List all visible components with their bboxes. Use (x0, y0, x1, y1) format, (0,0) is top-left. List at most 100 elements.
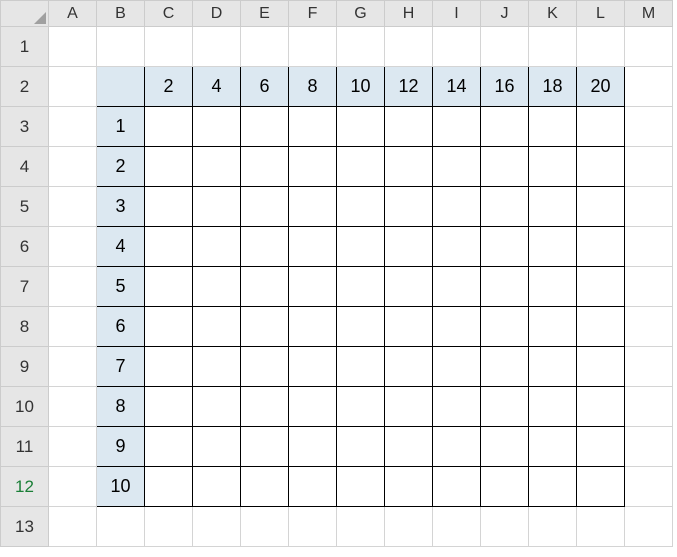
cell-B9[interactable]: 7 (97, 347, 145, 387)
cell-A10[interactable] (49, 387, 97, 427)
cell-B8[interactable]: 6 (97, 307, 145, 347)
cell-A9[interactable] (49, 347, 97, 387)
cell-H13[interactable] (385, 507, 433, 547)
cell-M4[interactable] (625, 147, 673, 187)
cell-E11[interactable] (241, 427, 289, 467)
cell-M1[interactable] (625, 27, 673, 67)
cell-I7[interactable] (433, 267, 481, 307)
cell-D11[interactable] (193, 427, 241, 467)
cell-A5[interactable] (49, 187, 97, 227)
cell-F7[interactable] (289, 267, 337, 307)
cell-A3[interactable] (49, 107, 97, 147)
row-header-12[interactable]: 12 (1, 467, 49, 507)
col-header-H[interactable]: H (385, 1, 433, 27)
col-header-K[interactable]: K (529, 1, 577, 27)
cell-G6[interactable] (337, 227, 385, 267)
row-header-2[interactable]: 2 (1, 67, 49, 107)
cell-D8[interactable] (193, 307, 241, 347)
cell-I9[interactable] (433, 347, 481, 387)
cell-E4[interactable] (241, 147, 289, 187)
cell-C4[interactable] (145, 147, 193, 187)
cell-K9[interactable] (529, 347, 577, 387)
cell-L2[interactable]: 20 (577, 67, 625, 107)
cell-G1[interactable] (337, 27, 385, 67)
cell-A6[interactable] (49, 227, 97, 267)
cell-B1[interactable] (97, 27, 145, 67)
row-header-9[interactable]: 9 (1, 347, 49, 387)
cell-A11[interactable] (49, 427, 97, 467)
cell-H6[interactable] (385, 227, 433, 267)
cell-L10[interactable] (577, 387, 625, 427)
cell-K10[interactable] (529, 387, 577, 427)
cell-G2[interactable]: 10 (337, 67, 385, 107)
cell-A1[interactable] (49, 27, 97, 67)
row-header-5[interactable]: 5 (1, 187, 49, 227)
cell-C8[interactable] (145, 307, 193, 347)
cell-F1[interactable] (289, 27, 337, 67)
select-all-corner[interactable] (1, 1, 49, 27)
cell-E13[interactable] (241, 507, 289, 547)
cell-M10[interactable] (625, 387, 673, 427)
cell-I6[interactable] (433, 227, 481, 267)
cell-H5[interactable] (385, 187, 433, 227)
cell-B12[interactable]: 10 (97, 467, 145, 507)
cell-E9[interactable] (241, 347, 289, 387)
cell-B4[interactable]: 2 (97, 147, 145, 187)
cell-J13[interactable] (481, 507, 529, 547)
cell-J1[interactable] (481, 27, 529, 67)
col-header-B[interactable]: B (97, 1, 145, 27)
cell-I2[interactable]: 14 (433, 67, 481, 107)
cell-G11[interactable] (337, 427, 385, 467)
cell-B13[interactable] (97, 507, 145, 547)
cell-G8[interactable] (337, 307, 385, 347)
cell-G9[interactable] (337, 347, 385, 387)
row-header-11[interactable]: 11 (1, 427, 49, 467)
cell-E7[interactable] (241, 267, 289, 307)
cell-A4[interactable] (49, 147, 97, 187)
cell-J7[interactable] (481, 267, 529, 307)
cell-I5[interactable] (433, 187, 481, 227)
cell-J5[interactable] (481, 187, 529, 227)
cell-L1[interactable] (577, 27, 625, 67)
cell-K11[interactable] (529, 427, 577, 467)
cell-L11[interactable] (577, 427, 625, 467)
cell-C13[interactable] (145, 507, 193, 547)
cell-H10[interactable] (385, 387, 433, 427)
cell-K2[interactable]: 18 (529, 67, 577, 107)
cell-H8[interactable] (385, 307, 433, 347)
cell-J9[interactable] (481, 347, 529, 387)
spreadsheet-grid[interactable]: A B C D E F G H I J K L M 1 (0, 0, 673, 547)
cell-J6[interactable] (481, 227, 529, 267)
col-header-E[interactable]: E (241, 1, 289, 27)
cell-C6[interactable] (145, 227, 193, 267)
cell-M8[interactable] (625, 307, 673, 347)
cell-M5[interactable] (625, 187, 673, 227)
cell-L7[interactable] (577, 267, 625, 307)
cell-L12[interactable] (577, 467, 625, 507)
cell-C1[interactable] (145, 27, 193, 67)
cell-M12[interactable] (625, 467, 673, 507)
col-header-F[interactable]: F (289, 1, 337, 27)
cell-L3[interactable] (577, 107, 625, 147)
cell-B3[interactable]: 1 (97, 107, 145, 147)
cell-G13[interactable] (337, 507, 385, 547)
col-header-A[interactable]: A (49, 1, 97, 27)
cell-L4[interactable] (577, 147, 625, 187)
cell-I11[interactable] (433, 427, 481, 467)
cell-A8[interactable] (49, 307, 97, 347)
row-header-1[interactable]: 1 (1, 27, 49, 67)
cell-C10[interactable] (145, 387, 193, 427)
cell-L13[interactable] (577, 507, 625, 547)
cell-G12[interactable] (337, 467, 385, 507)
cell-F10[interactable] (289, 387, 337, 427)
cell-F6[interactable] (289, 227, 337, 267)
cell-C11[interactable] (145, 427, 193, 467)
cell-K8[interactable] (529, 307, 577, 347)
cell-L9[interactable] (577, 347, 625, 387)
cell-H3[interactable] (385, 107, 433, 147)
cell-J3[interactable] (481, 107, 529, 147)
cell-D5[interactable] (193, 187, 241, 227)
cell-H9[interactable] (385, 347, 433, 387)
cell-C9[interactable] (145, 347, 193, 387)
cell-K12[interactable] (529, 467, 577, 507)
